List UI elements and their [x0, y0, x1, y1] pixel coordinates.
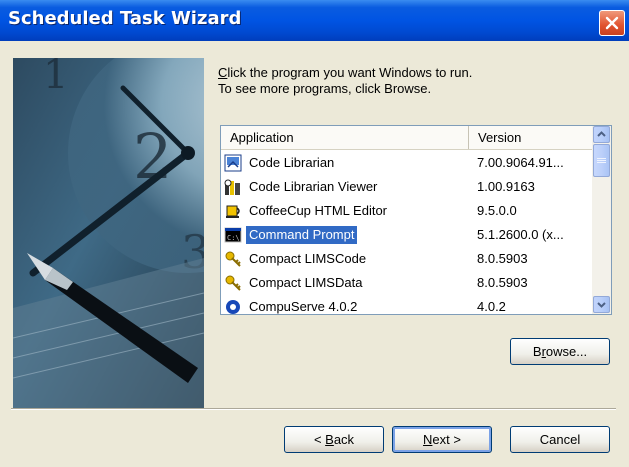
list-item-version: 5.1.2600.0 (x...	[477, 227, 564, 242]
list-item-version: 7.00.9064.91...	[477, 155, 564, 170]
list-item[interactable]: Compact LIMSData 8.0.5903	[221, 271, 593, 295]
chevron-up-icon	[597, 131, 606, 137]
scroll-down-button[interactable]	[593, 296, 610, 313]
list-item-name: Command Prompt	[246, 226, 358, 244]
cancel-button[interactable]: Cancel	[510, 426, 610, 453]
list-item-name: Compact LIMSData	[249, 275, 363, 290]
list-item[interactable]: CompuServe 4.0.2 4.0.2	[221, 295, 593, 314]
svg-text:C:\: C:\	[227, 234, 240, 242]
list-item-name: Code Librarian Viewer	[249, 179, 378, 194]
command-prompt-icon: C:\	[224, 227, 242, 243]
close-icon	[605, 16, 619, 30]
svg-text:1: 1	[43, 58, 68, 98]
list-item-version: 1.00.9163	[477, 179, 535, 194]
list-item-name: Compact LIMSCode	[249, 251, 367, 266]
list-header: Application Version	[221, 126, 593, 150]
instruction-line-2: To see more programs, click Browse.	[218, 81, 432, 96]
list-item-version: 4.0.2	[477, 299, 506, 314]
list-item-version: 8.0.5903	[477, 275, 528, 290]
scroll-up-button[interactable]	[593, 126, 610, 143]
list-item-version: 9.5.0.0	[477, 203, 517, 218]
coffeecup-icon	[226, 205, 240, 218]
scroll-thumb[interactable]	[593, 144, 610, 177]
column-header-version[interactable]: Version	[469, 126, 593, 149]
application-list[interactable]: Application Version Code Librarian 7.00.…	[220, 125, 612, 315]
list-item-name: Code Librarian	[249, 155, 335, 170]
list-item-name: CoffeeCup HTML Editor	[249, 203, 388, 218]
keys-icon	[225, 251, 241, 267]
list-item[interactable]: Code Librarian Viewer 1.00.9163	[221, 175, 593, 199]
instruction-line-1: Click the program you want Windows to ru…	[218, 65, 473, 80]
browse-button[interactable]: Browse...	[510, 338, 610, 365]
list-item-version: 8.0.5903	[477, 251, 528, 266]
list-item[interactable]: Compact LIMSCode 8.0.5903	[221, 247, 593, 271]
vertical-scrollbar[interactable]	[592, 126, 611, 314]
code-librarian-viewer-icon	[224, 179, 240, 195]
list-item-name: CompuServe 4.0.2	[249, 299, 358, 314]
keys-icon	[225, 275, 241, 291]
list-item[interactable]: CoffeeCup HTML Editor 9.5.0.0	[221, 199, 593, 223]
back-button[interactable]: < Back	[284, 426, 384, 453]
next-button[interactable]: Next >	[392, 426, 492, 453]
window-title: Scheduled Task Wizard	[8, 8, 242, 29]
close-button[interactable]	[599, 10, 625, 36]
list-item[interactable]: C:\ Command Prompt 5.1.2600.0 (x...	[221, 223, 593, 247]
code-librarian-icon	[224, 154, 242, 172]
column-header-application[interactable]: Application	[221, 126, 469, 149]
wizard-side-image: 2 1 3	[13, 58, 204, 409]
compuserve-icon	[226, 300, 240, 314]
list-item[interactable]: Code Librarian 7.00.9064.91...	[221, 151, 593, 175]
instructions: Click the program you want Windows to ru…	[218, 65, 472, 97]
title-bar[interactable]: Scheduled Task Wizard	[0, 0, 629, 41]
chevron-down-icon	[597, 302, 606, 308]
scheduled-task-wizard-window: Scheduled Task Wizard 2 1 3 Click the pr…	[0, 0, 629, 467]
